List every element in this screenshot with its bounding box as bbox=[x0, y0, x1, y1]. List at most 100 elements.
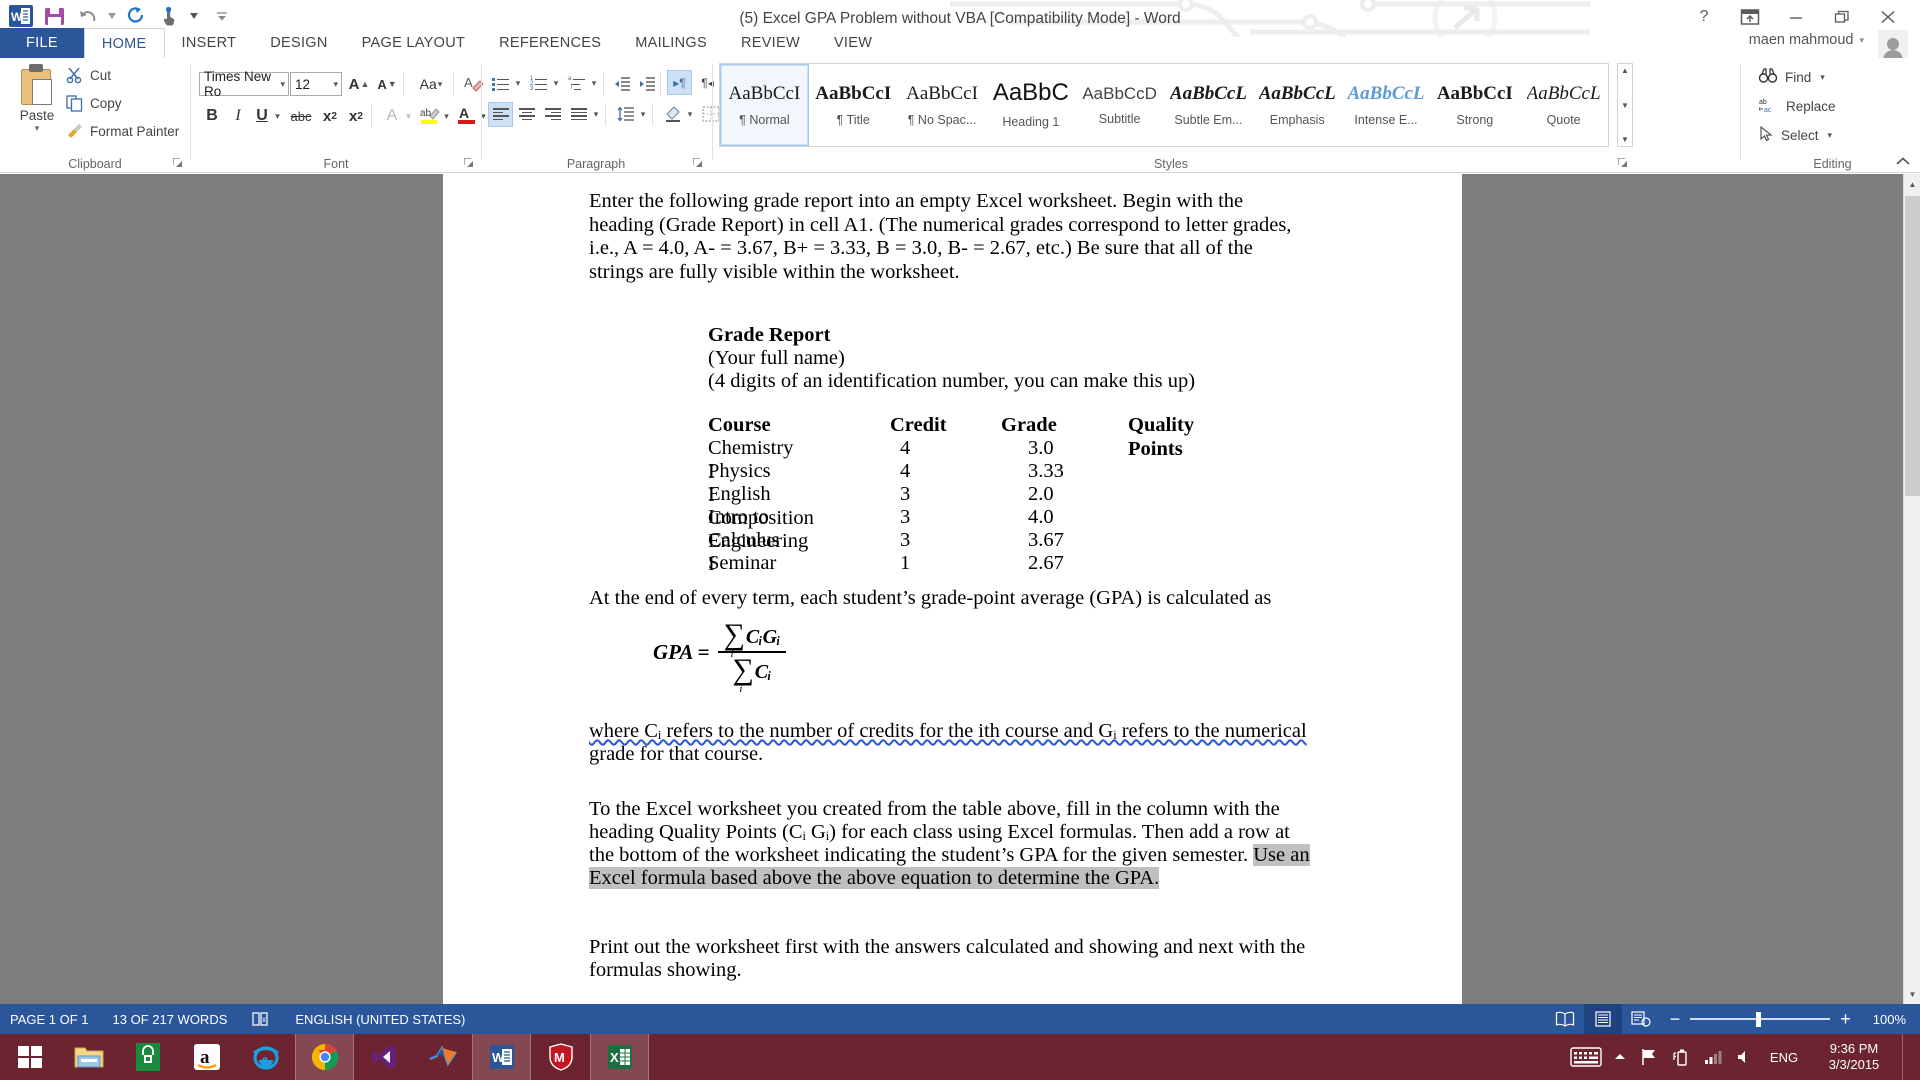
language-indicator[interactable]: ENG bbox=[1762, 1034, 1806, 1080]
word-logo-icon[interactable]: W bbox=[8, 3, 34, 29]
word-icon[interactable]: W bbox=[472, 1034, 531, 1080]
style-item-intense-emphasis[interactable]: AaBbCcL Intense E... bbox=[1342, 64, 1431, 146]
scroll-up-icon[interactable]: ▲ bbox=[1904, 174, 1920, 194]
shrink-font-button[interactable]: A ▼ bbox=[374, 71, 400, 97]
replace-button[interactable]: ab ac Replace bbox=[1758, 97, 1836, 116]
line-spacing-button[interactable] bbox=[613, 102, 638, 127]
scrollbar-thumb[interactable] bbox=[1905, 196, 1920, 496]
touch-mode-icon[interactable] bbox=[156, 3, 182, 29]
increase-indent-button[interactable] bbox=[635, 71, 660, 96]
visual-studio-icon[interactable] bbox=[354, 1034, 413, 1080]
style-item-title[interactable]: AaBbCcI ¶ Title bbox=[809, 64, 898, 146]
account-name[interactable]: maen mahmoud ▾ bbox=[1749, 32, 1864, 48]
tab-insert[interactable]: INSERT bbox=[165, 28, 254, 58]
tab-home[interactable]: HOME bbox=[83, 28, 165, 58]
document-page[interactable]: Enter the following grade report into an… bbox=[443, 174, 1462, 1004]
style-item-strong[interactable]: AaBbCcI Strong bbox=[1430, 64, 1519, 146]
internet-explorer-icon[interactable]: e bbox=[236, 1034, 295, 1080]
strikethrough-button[interactable]: abc bbox=[285, 103, 317, 129]
zoom-slider[interactable] bbox=[1690, 1004, 1831, 1034]
ltr-text-direction-button[interactable]: ▸¶ bbox=[667, 70, 692, 95]
numbering-dropdown-icon[interactable]: ▾ bbox=[550, 71, 561, 96]
cut-button[interactable]: Cut bbox=[66, 67, 111, 84]
style-item-normal[interactable]: AaBbCcI ¶ Normal bbox=[720, 64, 809, 146]
select-dropdown-icon[interactable]: ▾ bbox=[1828, 130, 1833, 141]
undo-icon[interactable] bbox=[74, 3, 100, 29]
align-left-button[interactable] bbox=[488, 102, 513, 127]
zoom-out-button[interactable]: − bbox=[1660, 1009, 1691, 1030]
battery-icon[interactable] bbox=[1666, 1034, 1696, 1080]
avatar[interactable] bbox=[1878, 30, 1908, 60]
justify-button[interactable] bbox=[566, 102, 591, 127]
styles-more-icon[interactable]: ▼ bbox=[1621, 135, 1629, 144]
zoom-in-button[interactable]: + bbox=[1830, 1009, 1861, 1030]
copy-button[interactable]: Copy bbox=[66, 95, 122, 112]
font-size-dropdown-icon[interactable]: ▾ bbox=[333, 79, 338, 90]
read-mode-button[interactable] bbox=[1546, 1004, 1584, 1034]
style-item-emphasis[interactable]: AaBbCcL Emphasis bbox=[1253, 64, 1342, 146]
vertical-scrollbar[interactable]: ▲ ▼ bbox=[1903, 174, 1920, 1004]
text-effects-dropdown-icon[interactable]: ▾ bbox=[402, 103, 414, 129]
volume-icon[interactable] bbox=[1730, 1034, 1760, 1080]
status-language[interactable]: ENGLISH (UNITED STATES) bbox=[283, 1012, 477, 1027]
underline-dropdown-icon[interactable]: ▾ bbox=[271, 103, 283, 129]
italic-button[interactable]: I bbox=[225, 103, 251, 129]
line-spacing-dropdown-icon[interactable]: ▾ bbox=[637, 102, 648, 127]
action-center-flag-icon[interactable] bbox=[1634, 1034, 1664, 1080]
multilevel-list-button[interactable]: ai bbox=[564, 71, 589, 96]
decrease-indent-button[interactable] bbox=[610, 71, 635, 96]
style-item-subtitle[interactable]: AaBbCcD Subtitle bbox=[1075, 64, 1164, 146]
windows-store-icon[interactable] bbox=[118, 1034, 177, 1080]
touch-mode-dropdown-icon[interactable] bbox=[189, 3, 198, 29]
tab-references[interactable]: REFERENCES bbox=[482, 28, 618, 58]
font-name-input[interactable]: Times New Ro ▾ bbox=[199, 69, 289, 99]
bullets-button[interactable] bbox=[488, 71, 513, 96]
zoom-slider-thumb[interactable] bbox=[1756, 1011, 1762, 1027]
paste-dropdown-icon[interactable]: ▾ bbox=[8, 123, 66, 134]
find-button[interactable]: Find ▾ bbox=[1758, 68, 1825, 87]
paragraph-dialog-launcher[interactable] bbox=[692, 157, 704, 169]
find-dropdown-icon[interactable]: ▾ bbox=[1820, 72, 1825, 83]
customize-qat-icon[interactable] bbox=[209, 3, 235, 29]
paste-button[interactable]: Paste ▾ bbox=[8, 63, 66, 134]
tab-review[interactable]: REVIEW bbox=[724, 28, 817, 58]
align-right-button[interactable] bbox=[540, 102, 565, 127]
styles-dialog-launcher[interactable] bbox=[1617, 157, 1629, 169]
shading-dropdown-icon[interactable]: ▾ bbox=[684, 102, 695, 127]
file-explorer-icon[interactable] bbox=[59, 1034, 118, 1080]
status-page-indicator[interactable]: PAGE 1 OF 1 bbox=[0, 1012, 101, 1027]
undo-dropdown-icon[interactable] bbox=[107, 3, 116, 29]
matlab-icon[interactable] bbox=[413, 1034, 472, 1080]
mcafee-icon[interactable]: M bbox=[531, 1034, 590, 1080]
styles-gallery-scrollbar[interactable]: ▲ ▼ ▼ bbox=[1617, 63, 1633, 147]
zoom-level[interactable]: 100% bbox=[1861, 1012, 1920, 1027]
justify-dropdown-icon[interactable]: ▾ bbox=[590, 102, 601, 127]
touch-keyboard-icon[interactable] bbox=[1566, 1034, 1606, 1080]
style-item-quote[interactable]: AaBbCcL Quote bbox=[1519, 64, 1608, 146]
print-layout-button[interactable] bbox=[1583, 1004, 1622, 1034]
clipboard-dialog-launcher[interactable] bbox=[172, 157, 184, 169]
style-item-no-spacing[interactable]: AaBbCcI ¶ No Spac... bbox=[898, 64, 987, 146]
style-item-heading-1[interactable]: AaBbC Heading 1 bbox=[986, 64, 1075, 146]
numbering-button[interactable]: 123 bbox=[526, 71, 551, 96]
shading-button[interactable] bbox=[660, 101, 685, 126]
multilevel-list-dropdown-icon[interactable]: ▾ bbox=[588, 71, 599, 96]
show-hidden-icons-icon[interactable] bbox=[1608, 1034, 1632, 1080]
tab-view[interactable]: VIEW bbox=[817, 28, 889, 58]
change-case-button[interactable]: Aa ▾ bbox=[411, 71, 451, 97]
font-size-input[interactable]: 12 ▾ bbox=[290, 72, 342, 96]
select-button[interactable]: Select ▾ bbox=[1759, 125, 1833, 145]
tab-design[interactable]: DESIGN bbox=[253, 28, 344, 58]
google-chrome-icon[interactable] bbox=[295, 1034, 354, 1080]
status-proofing-icon[interactable]: x bbox=[239, 1011, 283, 1027]
styles-scroll-up-icon[interactable]: ▲ bbox=[1621, 66, 1629, 75]
subscript-button[interactable]: x2 bbox=[317, 103, 343, 129]
font-dialog-launcher[interactable] bbox=[463, 157, 475, 169]
scroll-down-icon[interactable]: ▼ bbox=[1904, 984, 1920, 1004]
grow-font-button[interactable]: A ▲ bbox=[346, 71, 372, 97]
start-button[interactable] bbox=[0, 1034, 59, 1080]
font-name-dropdown-icon[interactable]: ▾ bbox=[280, 79, 285, 90]
clock[interactable]: 9:36 PM 3/3/2015 bbox=[1808, 1041, 1900, 1073]
network-signal-icon[interactable] bbox=[1698, 1034, 1728, 1080]
bullets-dropdown-icon[interactable]: ▾ bbox=[512, 71, 523, 96]
